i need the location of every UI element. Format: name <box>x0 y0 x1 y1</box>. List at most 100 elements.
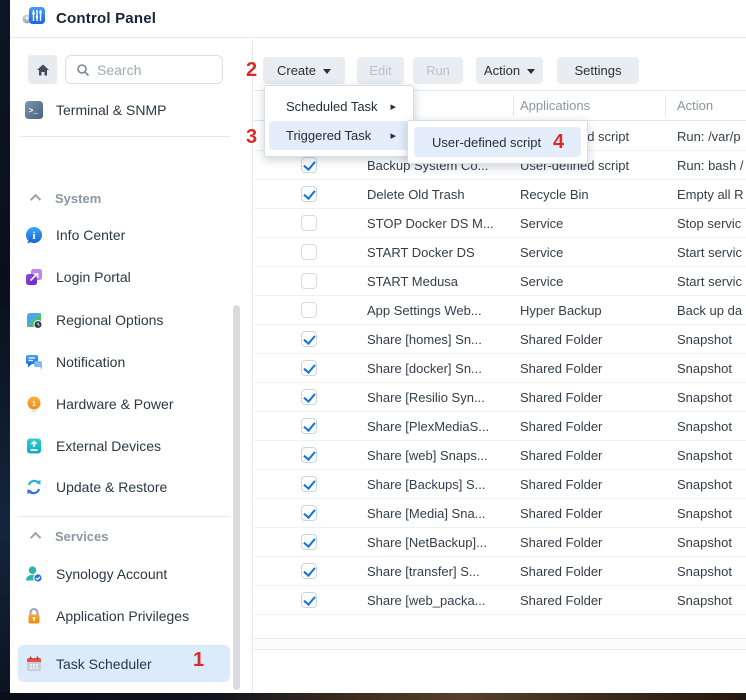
sidebar-item-regional-options[interactable]: Regional Options <box>10 305 253 335</box>
row-checkbox[interactable] <box>301 331 317 347</box>
control-panel-window: Control Panel >_ Terminal & SNMP System <box>10 0 746 693</box>
row-checkbox[interactable] <box>301 389 317 405</box>
sidebar-item-external-devices[interactable]: External Devices <box>10 431 253 461</box>
notification-icon <box>25 353 43 371</box>
search-input[interactable] <box>97 62 197 78</box>
sidebar-section-system[interactable]: System <box>10 187 253 209</box>
row-checkbox[interactable] <box>301 273 317 289</box>
row-action: Snapshot <box>677 470 746 499</box>
row-checkbox[interactable] <box>301 563 317 579</box>
sidebar-item-update-restore[interactable]: Update & Restore <box>10 472 253 502</box>
row-action: Empty all R <box>677 180 746 209</box>
row-action: Snapshot <box>677 383 746 412</box>
row-action: Snapshot <box>677 586 746 615</box>
column-header-applications[interactable]: Applications <box>520 91 590 121</box>
svg-text:>_: >_ <box>29 107 39 116</box>
hardware-power-icon: 1 <box>25 395 43 413</box>
row-action: Snapshot <box>677 412 746 441</box>
table-row[interactable]: Share [PlexMediaS... Shared Folder Snaps… <box>254 412 746 441</box>
sidebar-item-hardware-power[interactable]: 1 Hardware & Power <box>10 389 253 419</box>
table-row[interactable]: App Settings Web... Hyper Backup Back up… <box>254 296 746 325</box>
sidebar-item-login-portal[interactable]: Login Portal <box>10 262 253 292</box>
row-checkbox[interactable] <box>301 592 317 608</box>
horizontal-scrollbar-track[interactable] <box>254 638 746 650</box>
sidebar-section-services[interactable]: Services <box>10 525 253 547</box>
sidebar-item-application-privileges[interactable]: Application Privileges <box>10 601 253 631</box>
create-button[interactable]: Create <box>263 57 345 84</box>
row-applications: Shared Folder <box>520 499 602 528</box>
run-button[interactable]: Run <box>413 57 463 84</box>
action-button[interactable]: Action <box>476 57 543 84</box>
table-row[interactable]: Share [NetBackup]... Shared Folder Snaps… <box>254 528 746 557</box>
sidebar-scrollbar-thumb[interactable] <box>233 305 240 690</box>
svg-text:1: 1 <box>32 401 36 408</box>
table-row[interactable]: Share [homes] Sn... Shared Folder Snapsh… <box>254 325 746 354</box>
sidebar: >_ Terminal & SNMP System i Info Center <box>10 39 253 693</box>
row-applications: Shared Folder <box>520 557 602 586</box>
row-action: Stop servic <box>677 209 746 238</box>
control-panel-icon <box>22 5 46 32</box>
sidebar-item-terminal-snmp[interactable]: >_ Terminal & SNMP <box>10 95 253 125</box>
table-row[interactable]: START Docker DS Service Start servic <box>254 238 746 267</box>
desktop-wallpaper-strip <box>0 692 746 700</box>
table-row[interactable]: Share [Media] Sna... Shared Folder Snaps… <box>254 499 746 528</box>
row-checkbox[interactable] <box>301 360 317 376</box>
row-applications: Shared Folder <box>520 470 602 499</box>
task-scheduler-icon <box>25 655 43 673</box>
table-row[interactable]: STOP Docker DS M... Service Stop servic <box>254 209 746 238</box>
table-row[interactable]: Share [web] Snaps... Shared Folder Snaps… <box>254 441 746 470</box>
table-row[interactable]: Share [Backups] S... Shared Folder Snaps… <box>254 470 746 499</box>
row-checkbox[interactable] <box>301 418 317 434</box>
row-checkbox[interactable] <box>301 476 317 492</box>
settings-button[interactable]: Settings <box>557 57 639 84</box>
row-action: Snapshot <box>677 499 746 528</box>
row-checkbox[interactable] <box>301 244 317 260</box>
chevron-down-icon <box>527 69 535 74</box>
annotation-step-1: 1 <box>193 650 204 670</box>
external-devices-icon <box>25 437 43 455</box>
row-checkbox[interactable] <box>301 534 317 550</box>
sidebar-item-notification[interactable]: Notification <box>10 347 253 377</box>
menu-item-triggered-task[interactable]: Triggered Task▸ <box>269 121 409 150</box>
row-action: Snapshot <box>677 557 746 586</box>
table-row[interactable]: Share [transfer] S... Shared Folder Snap… <box>254 557 746 586</box>
row-action: Snapshot <box>677 354 746 383</box>
login-portal-icon <box>25 268 43 286</box>
table-row[interactable]: Share [Resilio Syn... Shared Folder Snap… <box>254 383 746 412</box>
row-task-name: Share [Backups] S... <box>367 470 486 499</box>
submenu-arrow-icon: ▸ <box>390 129 396 142</box>
sidebar-item-info-center[interactable]: i Info Center <box>10 220 253 250</box>
row-checkbox[interactable] <box>301 215 317 231</box>
search-icon <box>76 63 90 77</box>
table-row[interactable]: Delete Old Trash Recycle Bin Empty all R <box>254 180 746 209</box>
regional-options-icon <box>25 311 43 329</box>
row-checkbox[interactable] <box>301 505 317 521</box>
page-title: Control Panel <box>56 10 156 27</box>
row-applications: Shared Folder <box>520 412 602 441</box>
table-row[interactable]: START Medusa Service Start servic <box>254 267 746 296</box>
edit-button[interactable]: Edit <box>357 57 404 84</box>
row-checkbox[interactable] <box>301 302 317 318</box>
row-checkbox[interactable] <box>301 186 317 202</box>
sidebar-divider <box>20 516 230 517</box>
column-header-action[interactable]: Action <box>677 91 713 121</box>
sidebar-item-synology-account[interactable]: Synology Account <box>10 559 253 589</box>
table-row[interactable]: Share [docker] Sn... Shared Folder Snaps… <box>254 354 746 383</box>
row-task-name: Share [docker] Sn... <box>367 354 482 383</box>
update-restore-icon <box>25 478 43 496</box>
row-applications: Shared Folder <box>520 586 602 615</box>
row-action: Run: /var/p <box>677 122 746 151</box>
home-button[interactable] <box>28 55 57 84</box>
menu-item-scheduled-task[interactable]: Scheduled Task▸ <box>269 92 409 121</box>
row-checkbox[interactable] <box>301 157 317 173</box>
terminal-icon: >_ <box>25 101 43 119</box>
row-checkbox[interactable] <box>301 447 317 463</box>
table-row[interactable]: Share [web_packa... Shared Folder Snapsh… <box>254 586 746 615</box>
search-box[interactable] <box>65 55 223 84</box>
row-applications: Shared Folder <box>520 383 602 412</box>
task-table-body: User-defined script Run: /var/p Backup S… <box>254 122 746 615</box>
row-task-name: START Medusa <box>367 267 458 296</box>
row-applications: Recycle Bin <box>520 180 589 209</box>
row-action: Start servic <box>677 238 746 267</box>
row-applications: Shared Folder <box>520 325 602 354</box>
